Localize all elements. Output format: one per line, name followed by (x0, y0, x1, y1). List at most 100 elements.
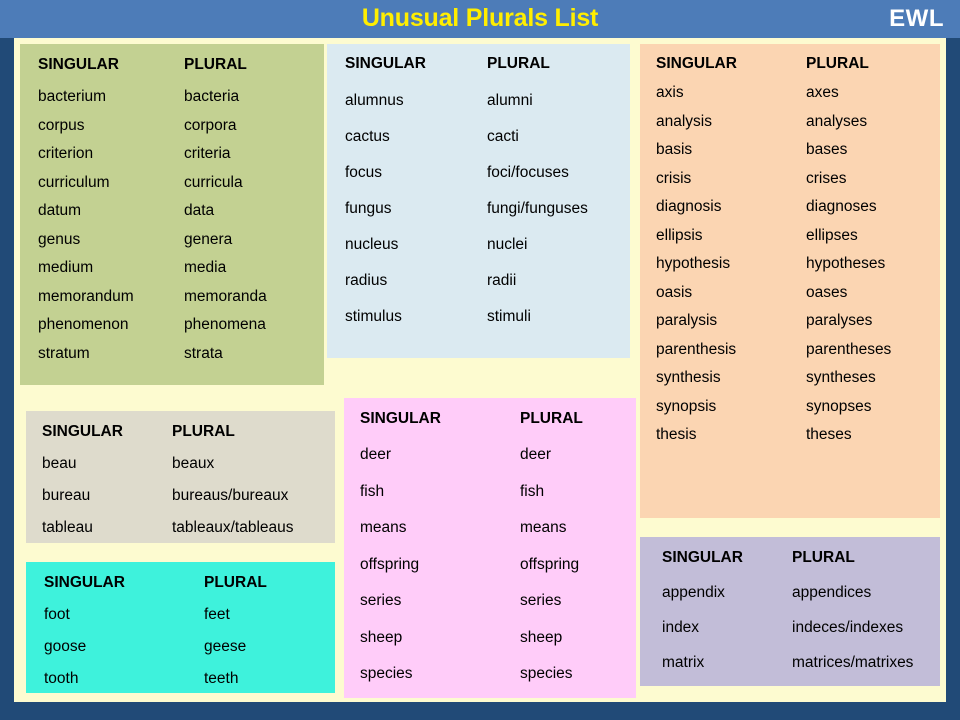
table-row: criterion criteria (38, 145, 324, 174)
column-header-plural: PLURAL (172, 423, 235, 440)
cell-singular: synopsis (656, 397, 717, 415)
table-row: bacterium bacteria (38, 88, 324, 117)
cell-singular: focus (345, 164, 383, 181)
cell-singular: ellipsis (656, 226, 703, 244)
table: SINGULAR PLURAL appendix appendices index… (662, 549, 940, 686)
cell-plural: teeth (204, 670, 239, 687)
table-header-row: SINGULAR PLURAL (38, 56, 324, 88)
cell-singular: oasis (656, 283, 693, 301)
cell-singular: stimulus (345, 308, 402, 325)
cell-plural: feet (204, 606, 230, 623)
cell-plural: foci/focuses (487, 164, 569, 181)
cell-plural: memoranda (184, 287, 267, 305)
table-row: fungus fungi/funguses (345, 200, 630, 236)
cell-singular: genus (38, 230, 81, 248)
cell-plural: bases (806, 141, 848, 158)
cell-singular: offspring (360, 555, 420, 573)
table: SINGULAR PLURAL foot feet goose geese toot… (44, 574, 335, 693)
table-row: radius radii (345, 272, 630, 308)
cell-plural: analyses (806, 112, 868, 130)
cell-singular: datum (38, 202, 82, 219)
cell-plural: fungi/funguses (487, 200, 588, 217)
cell-singular: axis (656, 84, 684, 101)
cell-singular: fish (360, 482, 385, 500)
cell-plural: matrices/matrixes (792, 654, 914, 671)
column-header-singular: SINGULAR (656, 55, 737, 72)
cell-plural: bacteria (184, 88, 240, 105)
cell-plural: data (184, 202, 215, 219)
column-header-plural: PLURAL (487, 55, 550, 72)
cell-plural: series (520, 592, 562, 609)
table-header-row: SINGULAR PLURAL (44, 574, 335, 606)
cell-plural: oases (806, 283, 848, 301)
cell-plural: fish (520, 482, 545, 500)
page-title: Unusual Plurals List (361, 4, 599, 32)
table-row: offspring offspring (360, 556, 636, 593)
table-row: corpus corpora (38, 117, 324, 146)
slide-canvas: SINGULAR PLURAL bacterium bacteria corpus… (14, 38, 946, 702)
plural-table-french-eau: SINGULAR PLURAL beau beaux bureau bureaus/… (26, 411, 335, 543)
cell-plural: corpora (184, 116, 237, 134)
cell-plural: ellipses (806, 226, 858, 244)
cell-plural: radii (487, 272, 517, 289)
cell-singular: criterion (38, 145, 94, 162)
cell-singular: synthesis (656, 369, 721, 386)
table-header-row: SINGULAR PLURAL (662, 549, 940, 584)
cell-singular: foot (44, 606, 70, 623)
table-row: bureau bureaus/bureaux (42, 487, 335, 519)
table-row: series series (360, 592, 636, 629)
cell-singular: matrix (662, 654, 705, 671)
cell-plural: axes (806, 84, 839, 101)
table: SINGULAR PLURAL alumnus alumni cactus cact… (345, 55, 630, 344)
cell-plural: indeces/indexes (792, 619, 904, 636)
cell-plural: parentheses (806, 340, 892, 358)
cell-singular: diagnosis (656, 198, 722, 215)
plural-table-vowel-change: SINGULAR PLURAL foot feet goose geese toot… (26, 562, 335, 693)
cell-singular: radius (345, 272, 388, 289)
table-row: synthesis syntheses (656, 369, 940, 398)
cell-plural: species (520, 665, 573, 682)
cell-plural: diagnoses (806, 198, 877, 215)
table-row: beau beaux (42, 455, 335, 487)
cell-plural: offspring (520, 555, 580, 573)
table-row: basis bases (656, 141, 940, 170)
cell-singular: hypothesis (656, 255, 731, 272)
table-row: alumnus alumni (345, 92, 630, 128)
cell-singular: means (360, 519, 407, 536)
column-header-plural: PLURAL (520, 410, 583, 427)
table-row: index indeces/indexes (662, 619, 940, 654)
table-row: fish fish (360, 483, 636, 520)
table-row: axis axes (656, 84, 940, 113)
column-header-singular: SINGULAR (44, 574, 125, 591)
cell-plural: beaux (172, 455, 215, 472)
column-header-singular: SINGULAR (662, 549, 743, 566)
table-row: memorandum memoranda (38, 288, 324, 317)
table-row: paralysis paralyses (656, 312, 940, 341)
table-row: deer deer (360, 446, 636, 483)
table-row: parenthesis parentheses (656, 341, 940, 370)
cell-plural: hypotheses (806, 255, 886, 272)
slide-header: Unusual Plurals List EWL (0, 0, 960, 38)
cell-singular: fungus (345, 200, 392, 217)
table-row: stratum strata (38, 345, 324, 374)
cell-singular: stratum (38, 344, 90, 362)
cell-singular: parenthesis (656, 340, 737, 358)
table-row: stimulus stimuli (345, 308, 630, 344)
cell-singular: analysis (656, 112, 712, 130)
cell-singular: memorandum (38, 287, 134, 305)
cell-plural: appendices (792, 584, 872, 601)
table-row: matrix matrices/matrixes (662, 654, 940, 686)
table-row: crisis crises (656, 170, 940, 199)
table-header-row: SINGULAR PLURAL (360, 410, 636, 446)
cell-singular: bureau (42, 487, 91, 504)
table-row: tableau tableaux/tableaus (42, 519, 335, 543)
table-row: species species (360, 665, 636, 698)
cell-singular: sheep (360, 628, 403, 646)
cell-plural: geese (204, 638, 247, 655)
cell-singular: basis (656, 141, 693, 158)
table-row: appendix appendices (662, 584, 940, 619)
cell-plural: stimuli (487, 308, 531, 325)
cell-plural: alumni (487, 92, 533, 109)
cell-singular: nucleus (345, 236, 399, 253)
cell-singular: appendix (662, 584, 725, 601)
